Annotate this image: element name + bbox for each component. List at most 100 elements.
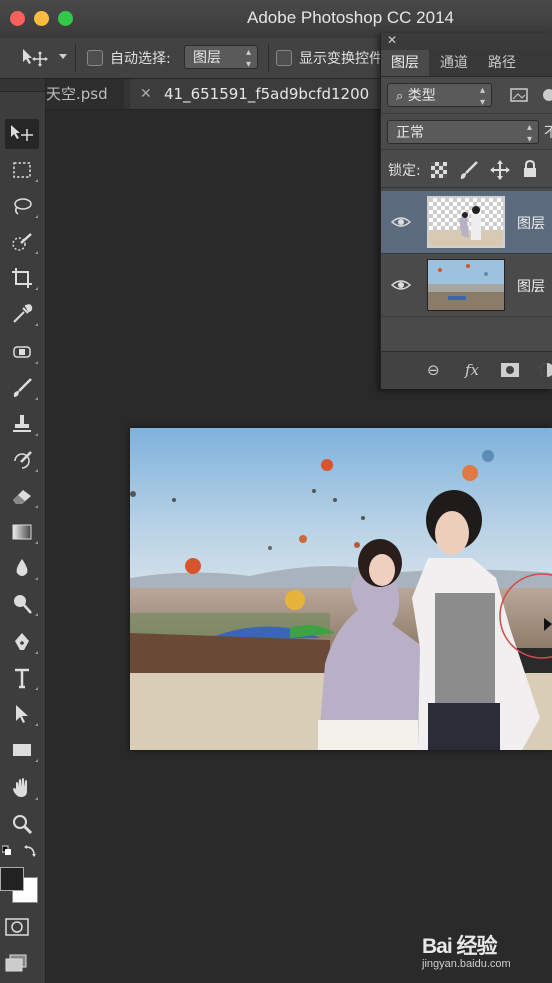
- document-tab-bar: 天空.psd ✕ 41_651591_f5ad9bcfd1200: [46, 79, 390, 110]
- clone-stamp-tool[interactable]: [5, 409, 39, 439]
- lock-image-pixels-icon[interactable]: [459, 160, 479, 180]
- visibility-eye-icon[interactable]: [391, 275, 411, 295]
- gradient-tool[interactable]: [5, 517, 39, 547]
- layers-panel: ✕ 图层 通道 路径 ⌕ 类型 ▴ ▾ 正常 ▴ ▾ 不 锁定: 图层 图层 ⊖…: [380, 33, 552, 389]
- tools-panel: [0, 79, 46, 983]
- panel-tabs: 图层 通道 路径: [381, 50, 552, 77]
- dodge-tool[interactable]: [5, 589, 39, 619]
- quick-mask-button[interactable]: [4, 917, 30, 939]
- filter-adjustment-icon[interactable]: [541, 87, 552, 103]
- zoom-window-button[interactable]: [58, 11, 73, 26]
- divider: [268, 44, 269, 72]
- brush-tool[interactable]: [5, 373, 39, 403]
- screen-mode-icon: [5, 954, 27, 972]
- screen-mode-button[interactable]: [4, 953, 30, 975]
- dodge-icon: [14, 595, 32, 614]
- path-selection-tool[interactable]: [5, 699, 39, 729]
- filter-kind-dropdown[interactable]: ⌕ 类型 ▴ ▾: [387, 83, 492, 108]
- quick-selection-icon: [12, 233, 32, 251]
- fx-icon[interactable]: fx: [465, 361, 479, 379]
- gradient-icon: [12, 524, 32, 540]
- tab-label: 天空.psd: [46, 85, 108, 103]
- show-transform-checkbox[interactable]: [276, 50, 292, 66]
- opacity-label: 不: [544, 125, 552, 141]
- hand-tool[interactable]: [5, 773, 39, 803]
- layer-row-top[interactable]: 图层: [381, 191, 552, 254]
- link-icon[interactable]: ⊖: [427, 361, 440, 379]
- auto-select-dropdown[interactable]: 图层 ▴ ▾: [184, 45, 258, 70]
- divider: [75, 44, 76, 72]
- blur-drop-icon: [16, 559, 28, 576]
- filter-image-icon[interactable]: [510, 88, 528, 102]
- layer-row-bottom[interactable]: 图层: [381, 254, 552, 317]
- blend-mode-dropdown[interactable]: 正常 ▴ ▾: [387, 120, 539, 145]
- layer-filter-row: ⌕ 类型 ▴ ▾: [381, 77, 552, 114]
- auto-select-value: 图层: [193, 50, 221, 66]
- eraser-tool[interactable]: [5, 481, 39, 511]
- stamp-icon: [13, 415, 31, 432]
- canvas-photo[interactable]: [130, 428, 552, 750]
- lock-row: 锁定:: [381, 151, 552, 188]
- history-brush-tool[interactable]: [5, 445, 39, 475]
- zoom-tool[interactable]: [5, 809, 39, 839]
- blend-row: 正常 ▴ ▾ 不: [381, 115, 552, 150]
- path-select-icon: [16, 705, 28, 723]
- watermark-brand: Bai 经验: [422, 935, 498, 958]
- auto-select-checkbox[interactable]: [87, 50, 103, 66]
- foreground-color-swatch[interactable]: [0, 867, 24, 891]
- marquee-icon: [13, 162, 31, 178]
- close-tab-icon[interactable]: ✕: [140, 79, 152, 109]
- lock-transparent-pixels-icon[interactable]: [431, 162, 447, 178]
- panel-footer: ⊖ fx: [381, 351, 552, 389]
- swap-colors-icon: [1, 845, 36, 857]
- close-panel-icon[interactable]: ✕: [387, 33, 397, 47]
- marquee-tool[interactable]: [5, 155, 39, 185]
- tab-photo[interactable]: ✕ 41_651591_f5ad9bcfd1200: [130, 79, 390, 109]
- rectangle-tool[interactable]: [5, 735, 39, 765]
- type-tool[interactable]: [5, 663, 39, 693]
- move-tool-icon[interactable]: [20, 47, 48, 69]
- tab-layers[interactable]: 图层: [381, 50, 429, 76]
- lock-all-icon[interactable]: [522, 160, 538, 178]
- minimize-window-button[interactable]: [34, 11, 49, 26]
- tool-preset-dropdown-icon[interactable]: [59, 54, 67, 59]
- tab-paths[interactable]: 路径: [479, 50, 525, 76]
- filter-kind-value: 类型: [407, 88, 436, 104]
- lock-position-icon[interactable]: [490, 160, 510, 180]
- layer-thumb-image: [429, 198, 503, 246]
- bandage-icon: [13, 346, 31, 358]
- auto-select-label: 自动选择:: [110, 51, 171, 67]
- watermark-url: jingyan.baidu.com: [422, 958, 511, 970]
- move-icon: [11, 125, 33, 141]
- move-tool[interactable]: [5, 119, 39, 149]
- photo-image: [130, 428, 552, 750]
- mask-icon[interactable]: [501, 363, 519, 377]
- baidu-watermark: Bai 经验 jingyan.baidu.com: [422, 930, 511, 970]
- default-colors-button[interactable]: [1, 843, 42, 857]
- tab-label: 41_651591_f5ad9bcfd1200: [164, 85, 370, 103]
- rectangle-icon: [13, 744, 31, 756]
- quick-selection-tool[interactable]: [5, 227, 39, 257]
- adjustment-icon[interactable]: [539, 362, 552, 378]
- layer-name[interactable]: 图层: [517, 213, 545, 233]
- eraser-icon: [13, 490, 31, 504]
- zoom-icon: [13, 815, 33, 835]
- lasso-icon: [14, 198, 32, 215]
- visibility-eye-icon[interactable]: [391, 212, 411, 232]
- panel-grip[interactable]: [0, 79, 45, 92]
- layer-name[interactable]: 图层: [517, 276, 545, 296]
- healing-brush-tool[interactable]: [5, 337, 39, 367]
- blur-tool[interactable]: [5, 553, 39, 583]
- crop-tool[interactable]: [5, 263, 39, 293]
- panel-header[interactable]: ✕: [381, 33, 552, 50]
- pen-tool[interactable]: [5, 627, 39, 657]
- lasso-tool[interactable]: [5, 191, 39, 221]
- tab-sky-psd[interactable]: 天空.psd: [46, 79, 124, 109]
- quick-mask-icon: [5, 918, 29, 936]
- type-icon: [15, 668, 29, 689]
- blend-mode-value: 正常: [396, 125, 424, 141]
- tab-channels[interactable]: 通道: [431, 50, 477, 76]
- eyedropper-tool[interactable]: [5, 299, 39, 329]
- close-window-button[interactable]: [10, 11, 25, 26]
- app-title: Adobe Photoshop CC 2014: [247, 8, 454, 27]
